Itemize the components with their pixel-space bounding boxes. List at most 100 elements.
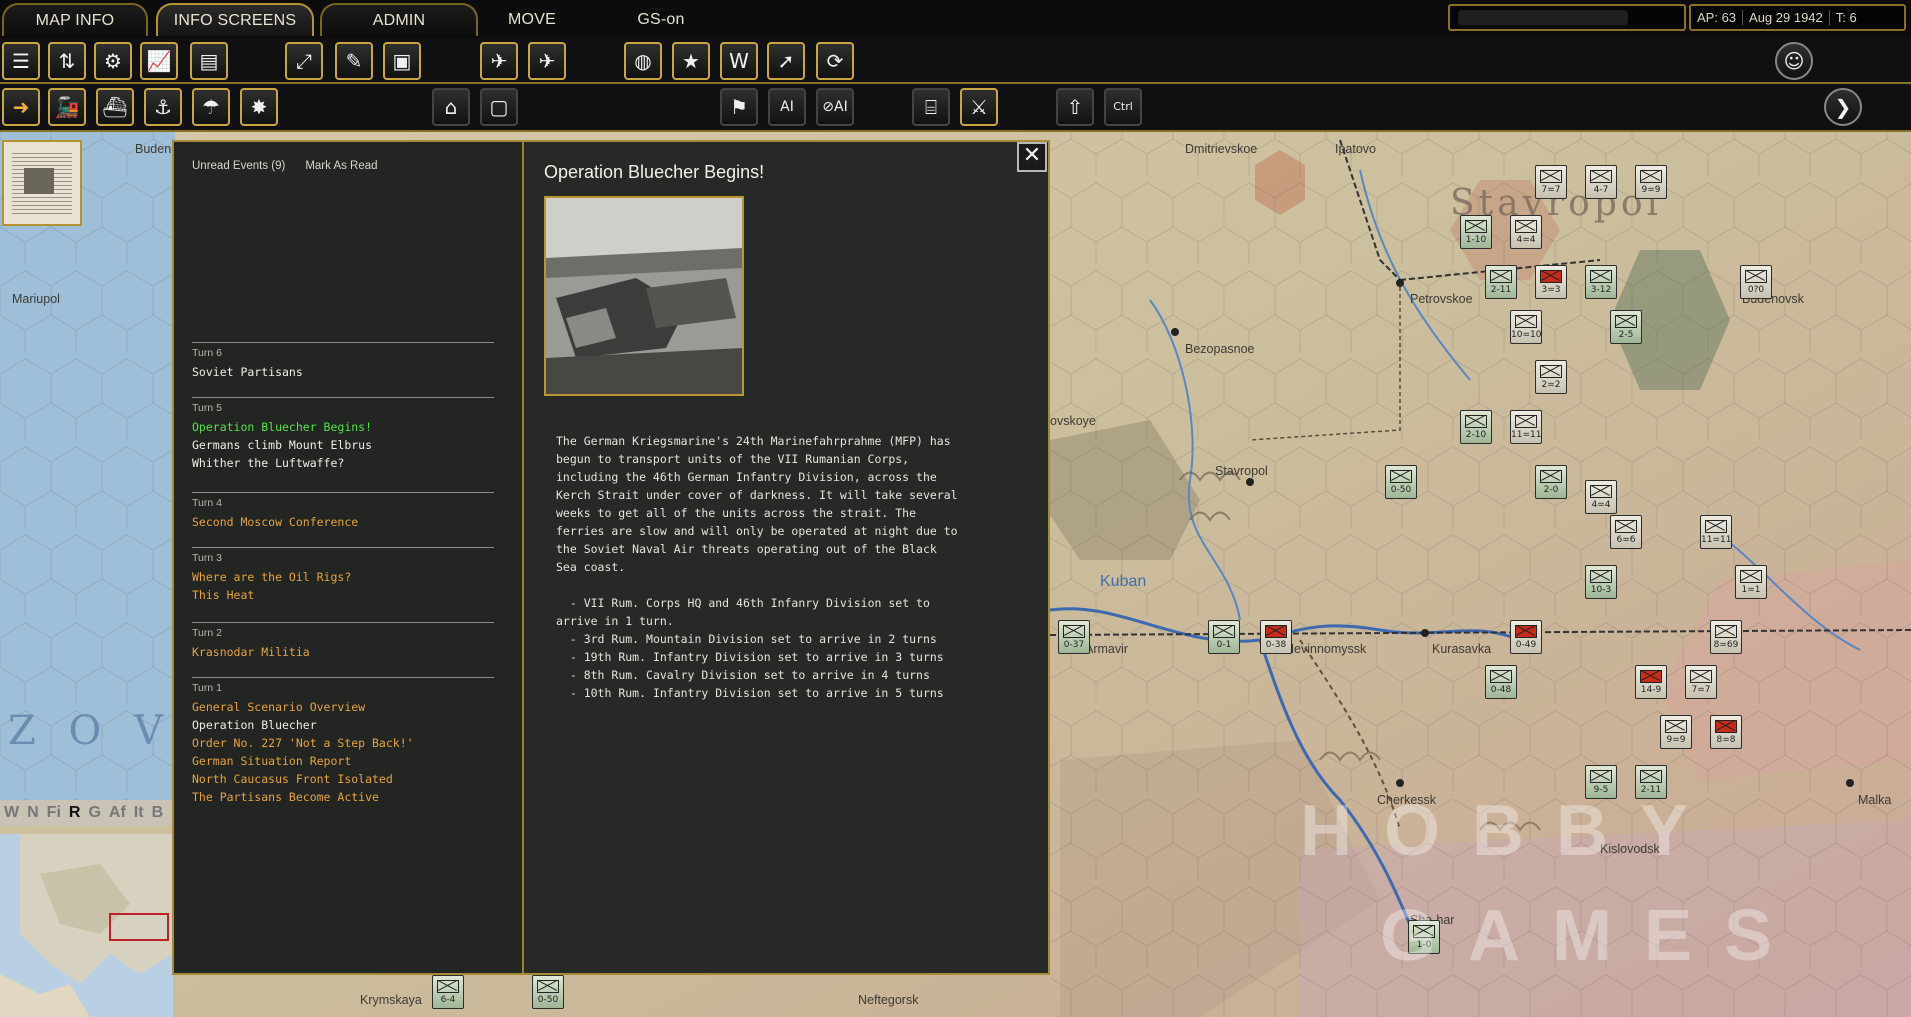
portrait-icon[interactable]: ☺: [1775, 42, 1813, 80]
turn-group: Turn 4 Second Moscow Conference: [192, 492, 494, 531]
unit-counter[interactable]: 11=11: [1700, 515, 1732, 549]
event-list-item[interactable]: Operation Bluecher Begins!: [192, 418, 494, 436]
building-icon[interactable]: ⌂: [432, 88, 470, 126]
move-menu[interactable]: MOVE: [500, 3, 564, 36]
naval-icon[interactable]: ⚓: [144, 88, 182, 126]
report2-icon[interactable]: ▣: [383, 42, 421, 80]
unit-counter[interactable]: 3-12: [1585, 265, 1617, 299]
event-list-item[interactable]: North Caucasus Front Isolated: [192, 770, 494, 788]
mark-as-read-button[interactable]: Mark As Read: [305, 160, 377, 172]
filter-g[interactable]: G: [88, 804, 100, 822]
unit-counter[interactable]: 11=11: [1510, 410, 1542, 444]
unit-counter[interactable]: 9=9: [1635, 165, 1667, 199]
tab-info-screens[interactable]: INFO SCREENS: [156, 3, 314, 36]
filter-it[interactable]: It: [134, 804, 144, 822]
event-list-item[interactable]: Operation Bluecher: [192, 716, 494, 734]
rocket-icon[interactable]: ➚: [767, 42, 805, 80]
next-icon[interactable]: ❯: [1824, 88, 1862, 126]
unit-counter[interactable]: 6=6: [1610, 515, 1642, 549]
filter-af[interactable]: Af: [109, 804, 126, 822]
unit-counter[interactable]: 4=4: [1585, 480, 1617, 514]
air-base2-icon[interactable]: ✈: [528, 42, 566, 80]
event-list-item[interactable]: Soviet Partisans: [192, 363, 494, 381]
event-list-item[interactable]: Whither the Luftwaffe?: [192, 454, 494, 472]
unit-counter[interactable]: 8=69: [1710, 620, 1742, 654]
search-input[interactable]: [1448, 4, 1686, 31]
ctrl-icon[interactable]: Ctrl: [1104, 88, 1142, 126]
event-list-item[interactable]: German Situation Report: [192, 752, 494, 770]
resize-icon[interactable]: ⤢: [285, 42, 323, 80]
watermark-logo: HOBBY: [1300, 791, 1721, 871]
chart-icon[interactable]: 📈: [140, 42, 178, 80]
unit-counter[interactable]: 3=3: [1535, 265, 1567, 299]
unit-counter[interactable]: 0-50: [532, 975, 564, 1009]
arrow-icon[interactable]: ➜: [2, 88, 40, 126]
unit-counter[interactable]: 0-50: [1385, 465, 1417, 499]
unit-counter[interactable]: 10=10: [1510, 310, 1542, 344]
filter-w[interactable]: W: [4, 804, 19, 822]
unit-counter[interactable]: 7=7: [1685, 665, 1717, 699]
tank-icon[interactable]: ⚔: [960, 88, 998, 126]
news-thumbnail[interactable]: [2, 140, 82, 226]
frame-icon[interactable]: ▢: [480, 88, 518, 126]
cycle-icon[interactable]: ⟳: [816, 42, 854, 80]
globe-icon[interactable]: ◍: [624, 42, 662, 80]
unit-counter[interactable]: 8=8: [1710, 715, 1742, 749]
unit-counter[interactable]: 2-11: [1485, 265, 1517, 299]
train-icon[interactable]: 🚂: [48, 88, 86, 126]
ship-icon[interactable]: ⛴: [96, 88, 134, 126]
unit-counter[interactable]: 10-3: [1585, 565, 1617, 599]
gs-menu[interactable]: GS-on: [630, 3, 692, 36]
filter-n[interactable]: N: [27, 804, 39, 822]
filter-b[interactable]: B: [152, 804, 164, 822]
w-icon[interactable]: W: [720, 42, 758, 80]
unit-counter[interactable]: 2=2: [1535, 360, 1567, 394]
unit-counter[interactable]: 1-10: [1460, 215, 1492, 249]
parachute-icon[interactable]: ☂: [192, 88, 230, 126]
unit-counter[interactable]: 4-7: [1585, 165, 1617, 199]
unit-counter[interactable]: 7=7: [1535, 165, 1567, 199]
unit-move-icon[interactable]: ⇅: [48, 42, 86, 80]
event-list-item[interactable]: The Partisans Become Active: [192, 788, 494, 806]
unit-counter[interactable]: 2-10: [1460, 410, 1492, 444]
event-list-item[interactable]: This Heat: [192, 586, 494, 604]
event-list-item[interactable]: Krasnodar Militia: [192, 643, 494, 661]
unit-counter[interactable]: 0-37: [1058, 620, 1090, 654]
gear-icon[interactable]: ⚙: [94, 42, 132, 80]
minimap[interactable]: [0, 834, 173, 1017]
unit-counter[interactable]: 2-5: [1610, 310, 1642, 344]
up-arrow-icon[interactable]: ⇧: [1056, 88, 1094, 126]
unit-counter[interactable]: 4=4: [1510, 215, 1542, 249]
unit-counter[interactable]: 1=1: [1735, 565, 1767, 599]
list-icon[interactable]: ☰: [2, 42, 40, 80]
event-list-item[interactable]: Second Moscow Conference: [192, 513, 494, 531]
unit-counter[interactable]: 14-9: [1635, 665, 1667, 699]
unit-counter[interactable]: 0?0: [1740, 265, 1772, 299]
close-icon[interactable]: ✕: [1017, 142, 1047, 172]
event-list-item[interactable]: Where are the Oil Rigs?: [192, 568, 494, 586]
air-base-icon[interactable]: ✈: [480, 42, 518, 80]
tab-admin[interactable]: ADMIN: [320, 3, 478, 36]
star-icon[interactable]: ★: [672, 42, 710, 80]
unit-counter[interactable]: 0-48: [1485, 665, 1517, 699]
unit-strength: 0-38: [1265, 640, 1287, 650]
filter-fi[interactable]: Fi: [47, 804, 61, 822]
explosion-icon[interactable]: ✸: [240, 88, 278, 126]
unit-counter[interactable]: 0-49: [1510, 620, 1542, 654]
report-icon[interactable]: ✎: [335, 42, 373, 80]
event-list-item[interactable]: Order No. 227 'Not a Step Back!': [192, 734, 494, 752]
unit-counter[interactable]: 2-0: [1535, 465, 1567, 499]
flag-icon[interactable]: ⚑: [720, 88, 758, 126]
unit-counter[interactable]: 9=9: [1660, 715, 1692, 749]
filter-r[interactable]: R: [69, 804, 81, 822]
event-list-item[interactable]: Germans climb Mount Elbrus: [192, 436, 494, 454]
unit-counter[interactable]: 0-1: [1208, 620, 1240, 654]
ai-icon[interactable]: AI: [768, 88, 806, 126]
briefing-icon[interactable]: ▤: [190, 42, 228, 80]
event-list-item[interactable]: General Scenario Overview: [192, 698, 494, 716]
tab-map-info[interactable]: MAP INFO: [2, 3, 148, 36]
unit-counter[interactable]: 0-38: [1260, 620, 1292, 654]
factory-icon[interactable]: ⌸: [912, 88, 950, 126]
unit-counter[interactable]: 6-4: [432, 975, 464, 1009]
ai2-icon[interactable]: ⊘AI: [816, 88, 854, 126]
